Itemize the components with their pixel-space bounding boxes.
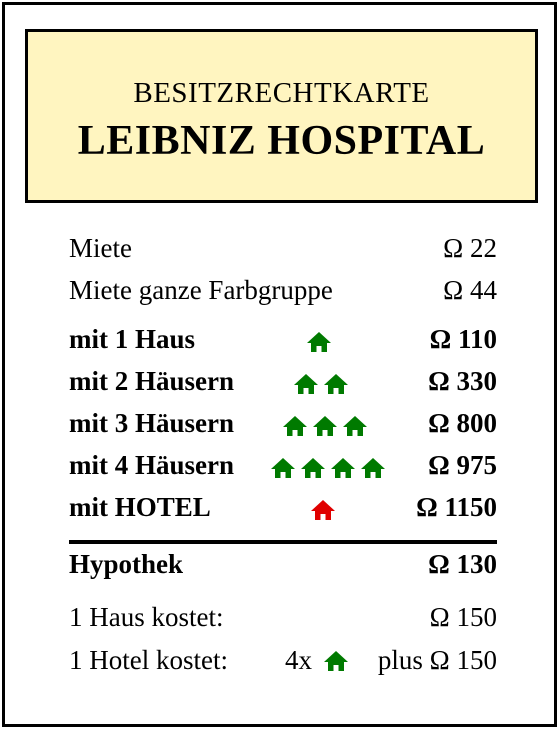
rent-base-row: Miete Ω 22 (69, 233, 497, 267)
property-card: BESITZRECHTKARTE LEIBNIZ HOSPITAL Miete … (2, 2, 557, 727)
houses-1 (306, 331, 332, 355)
rent-hotel-row: mit HOTEL Ω 1150 (69, 492, 497, 526)
rent-4-houses-row: mit 4 Häusern Ω 975 (69, 450, 497, 484)
rent-1-house-row: mit 1 Haus Ω 110 (69, 324, 497, 358)
rent-hotel-value: Ω 1150 (416, 492, 497, 522)
house-icon (294, 374, 318, 394)
rent-4-houses-value: Ω 975 (428, 450, 497, 480)
hotels-1 (310, 499, 336, 523)
house-icon (343, 416, 367, 436)
rent-hotel-label: mit HOTEL (69, 492, 211, 522)
rent-group-label: Miete ganze Farbgruppe (69, 275, 333, 305)
house-cost-value: Ω 150 (429, 602, 497, 632)
rent-2-houses-value: Ω 330 (428, 366, 497, 396)
hotel-cost-label: 1 Hotel kostet: (69, 645, 228, 675)
card-title: LEIBNIZ HOSPITAL (77, 118, 486, 164)
houses-4 (270, 457, 386, 481)
rent-group-row: Miete ganze Farbgruppe Ω 44 (69, 275, 497, 309)
rent-1-house-label: mit 1 Haus (69, 324, 196, 354)
house-icon (324, 651, 348, 671)
mortgage-label: Hypothek (69, 549, 184, 579)
house-icon (301, 458, 325, 478)
rent-2-houses-row: mit 2 Häusern Ω 330 (69, 366, 497, 400)
rent-3-houses-row: mit 3 Häusern Ω 800 (69, 408, 497, 442)
house-icon (313, 416, 337, 436)
rent-base-value: Ω 22 (443, 233, 497, 263)
houses-cost (323, 650, 349, 674)
rent-2-houses-label: mit 2 Häusern (69, 366, 234, 396)
hotel-cost-row: 1 Hotel kostet: 4x plus Ω 150 (69, 645, 497, 679)
rent-3-houses-value: Ω 800 (428, 408, 497, 438)
divider (69, 540, 497, 544)
rent-base-label: Miete (69, 233, 132, 263)
rent-3-houses-label: mit 3 Häusern (69, 408, 234, 438)
house-icon (361, 458, 385, 478)
house-icon (271, 458, 295, 478)
title-box: BESITZRECHTKARTE LEIBNIZ HOSPITAL (25, 29, 538, 203)
house-icon (283, 416, 307, 436)
hotel-icon (311, 500, 335, 520)
mortgage-row: Hypothek Ω 130 (69, 549, 497, 583)
houses-2 (293, 373, 349, 397)
rent-1-house-value: Ω 110 (429, 324, 497, 354)
mortgage-value: Ω 130 (428, 549, 497, 579)
card-subtitle: BESITZRECHTKARTE (133, 77, 430, 109)
house-icon (307, 332, 331, 352)
rent-4-houses-label: mit 4 Häusern (69, 450, 234, 480)
house-icon (331, 458, 355, 478)
rent-group-value: Ω 44 (443, 275, 497, 305)
house-cost-row: 1 Haus kostet: Ω 150 (69, 602, 497, 636)
house-icon (324, 374, 348, 394)
hotel-cost-prefix: 4x (285, 645, 312, 675)
house-cost-label: 1 Haus kostet: (69, 602, 224, 632)
hotel-cost-suffix: plus Ω 150 (377, 645, 497, 675)
houses-3 (282, 415, 368, 439)
